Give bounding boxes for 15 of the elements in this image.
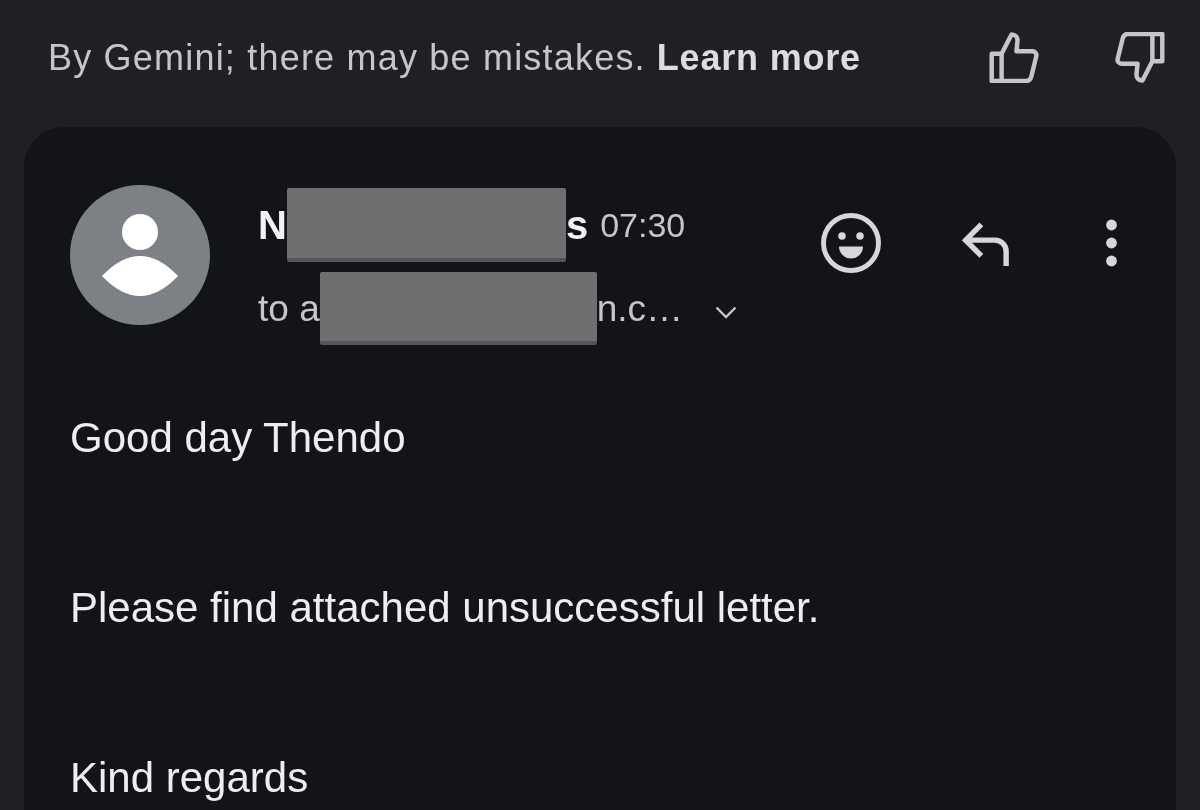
message-time: 07:30 (600, 205, 686, 245)
message-line: Good day Thendo (70, 413, 406, 463)
thumbs-down-icon (1114, 32, 1166, 83)
sender-name: N (258, 202, 287, 248)
learn-more-link[interactable]: Learn more (656, 36, 861, 79)
thumbs-up-icon (988, 32, 1040, 83)
chevron-down-icon (715, 306, 738, 319)
disclaimer-text: By Gemini; there may be mistakes. (48, 36, 646, 79)
message-line: Please find attached unsuccessful letter. (70, 583, 820, 633)
recipient-text: n.c… (596, 287, 684, 330)
recipient-text: to a (258, 287, 320, 330)
message-line: Kind regards (70, 753, 309, 803)
sender-name: s (565, 202, 589, 248)
smiley-icon (821, 213, 881, 273)
avatar-icon (70, 185, 210, 325)
